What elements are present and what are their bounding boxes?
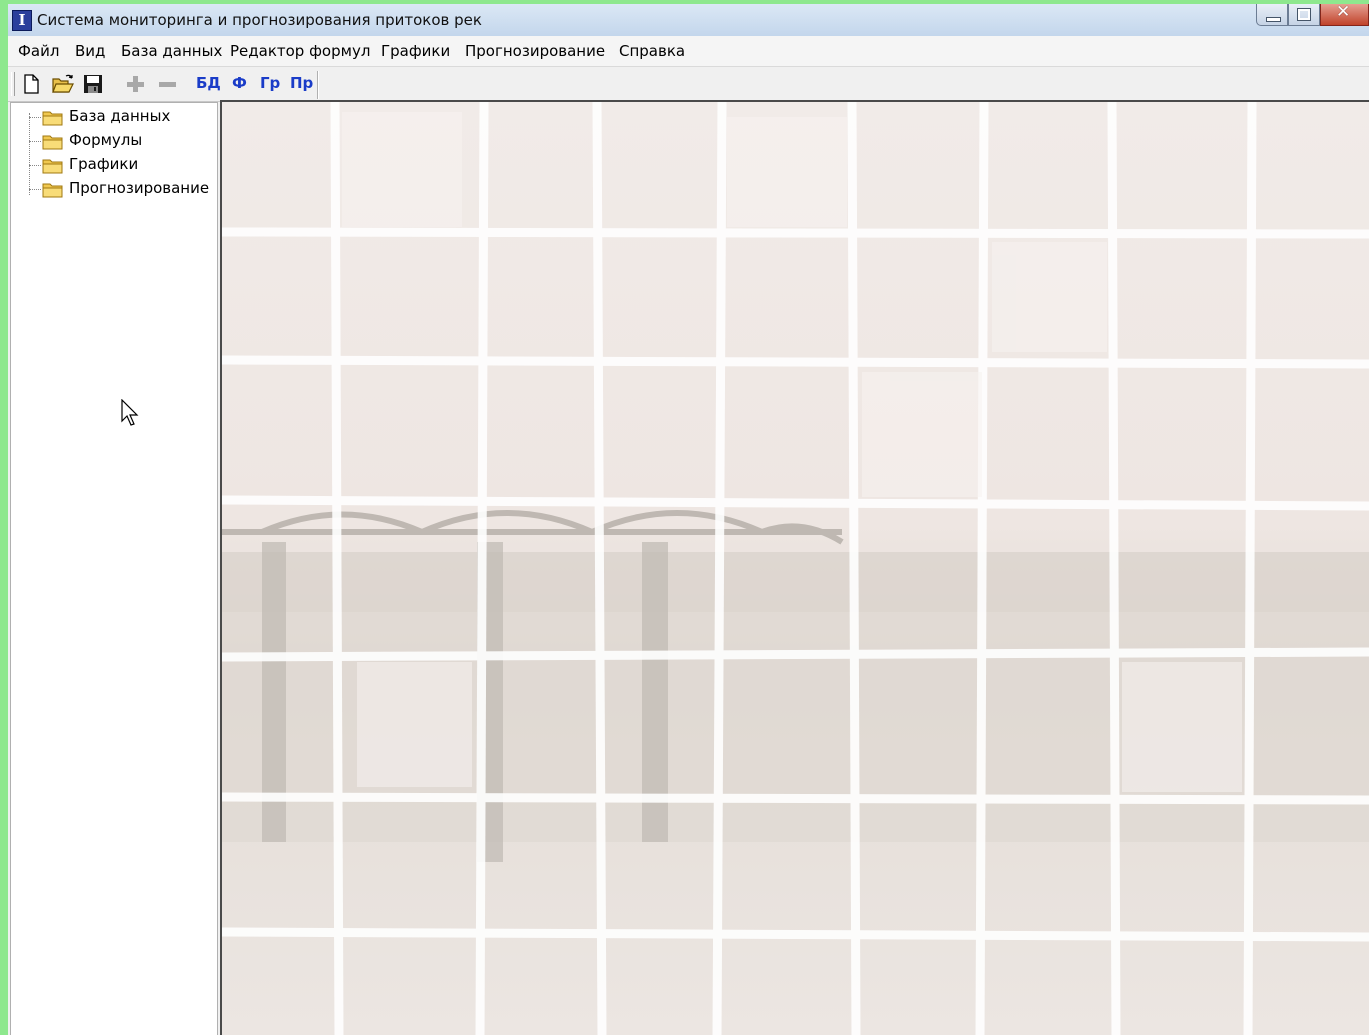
remove-button[interactable] — [156, 73, 180, 95]
river-bridge-background — [222, 102, 1369, 1035]
menu-file[interactable]: Файл — [18, 42, 59, 60]
menu-bar: Файл Вид База данных Редактор формул Гра… — [8, 36, 1369, 67]
menu-view[interactable]: Вид — [75, 42, 105, 60]
menu-help[interactable]: Справка — [619, 42, 685, 60]
workspace-area — [220, 100, 1369, 1035]
new-button[interactable] — [20, 73, 44, 95]
add-plus-icon — [127, 76, 144, 92]
toolbar: БД Ф Гр Пр — [8, 67, 1369, 102]
navigation-tree[interactable]: База данных Формулы Графики Прогнозирова… — [10, 102, 218, 1035]
restore-button[interactable] — [1288, 4, 1320, 26]
menu-formula-editor[interactable]: Редактор формул — [230, 42, 370, 60]
folder-icon — [42, 111, 63, 126]
menu-database[interactable]: База данных — [121, 42, 222, 60]
save-disk-icon — [84, 75, 102, 93]
tree-guide-line — [29, 113, 30, 195]
app-window: I Система мониторинга и прогнозирования … — [8, 4, 1369, 1035]
minimize-button[interactable] — [1256, 4, 1288, 26]
open-folder-icon — [52, 74, 74, 93]
restore-icon — [1298, 9, 1310, 20]
menu-charts[interactable]: Графики — [381, 42, 450, 60]
folder-icon — [42, 135, 63, 150]
menu-forecasting[interactable]: Прогнозирование — [465, 42, 605, 60]
toolbar-charts-button[interactable]: Гр — [260, 74, 280, 92]
title-bar[interactable]: I Система мониторинга и прогнозирования … — [8, 4, 1369, 36]
add-button[interactable] — [124, 73, 148, 95]
open-button[interactable] — [51, 73, 75, 95]
new-document-icon — [24, 74, 39, 94]
close-button[interactable]: ✕ — [1320, 4, 1369, 26]
tree-item-label: База данных — [69, 107, 171, 125]
save-button[interactable] — [82, 73, 106, 95]
toolbar-formulas-button[interactable]: Ф — [232, 74, 247, 92]
app-icon[interactable]: I — [12, 10, 32, 31]
mouse-cursor-icon — [121, 399, 139, 426]
window-title: Система мониторинга и прогнозирования пр… — [37, 11, 482, 29]
toolbar-database-button[interactable]: БД — [196, 74, 221, 92]
toolbar-grip[interactable] — [11, 72, 15, 96]
folder-icon — [42, 159, 63, 174]
tree-item-label: Графики — [69, 155, 139, 173]
remove-minus-icon — [159, 82, 176, 87]
toolbar-forecast-button[interactable]: Пр — [290, 74, 313, 92]
tree-item-label: Прогнозирование — [69, 179, 210, 197]
minimize-icon — [1266, 17, 1281, 22]
folder-icon — [42, 183, 63, 198]
close-icon: ✕ — [1336, 4, 1351, 22]
toolbar-separator — [317, 71, 319, 99]
tree-item-label: Формулы — [69, 131, 143, 149]
